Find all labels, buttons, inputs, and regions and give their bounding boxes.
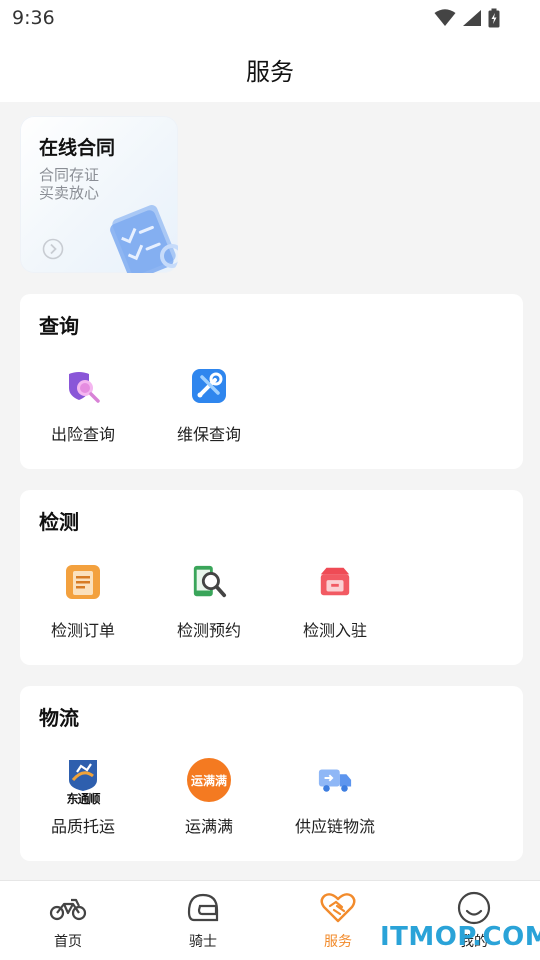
item-label: 品质托运 — [50, 817, 115, 836]
nav-label: 骑士 — [189, 934, 217, 950]
page-title: 服务 — [246, 57, 294, 86]
yunmanman-logo-icon: 运满满 — [187, 758, 231, 802]
contract-title: 在线合同 — [39, 137, 116, 159]
order-doc-icon — [65, 564, 101, 600]
item-label: 供应链物流 — [294, 817, 375, 836]
status-time: 9:36 — [12, 7, 55, 29]
title-bar: 服务 — [0, 36, 540, 102]
truck-icon — [317, 760, 353, 796]
brand-logo-text: 东通顺 — [66, 792, 100, 806]
nav-rider[interactable]: 骑士 — [163, 889, 243, 953]
item-yunmanman[interactable]: 运满满 运满满 — [146, 752, 272, 842]
section-title: 检测 — [39, 510, 79, 534]
item-label: 检测预约 — [176, 621, 241, 640]
section-query: 查询 出险查询 维保查询 — [20, 294, 523, 469]
heart-handshake-icon — [318, 891, 358, 925]
wifi-icon — [434, 9, 456, 26]
item-inspection-join[interactable]: 检测入驻 — [272, 556, 398, 646]
nav-service[interactable]: 服务 — [298, 889, 378, 953]
section-title: 物流 — [39, 706, 79, 730]
nav-label: 服务 — [324, 934, 352, 950]
brand-logo-icon: 东通顺 — [60, 756, 106, 808]
section-inspection: 检测 检测订单 检测预约 检测入驻 — [20, 490, 523, 665]
nav-label: 首页 — [54, 934, 82, 950]
motorcycle-icon — [48, 891, 88, 925]
status-bar: 9:36 — [0, 0, 540, 36]
signal-icon — [463, 10, 481, 26]
item-claim-query[interactable]: 出险查询 — [20, 360, 146, 450]
store-icon — [317, 564, 353, 600]
item-label: 检测入驻 — [302, 621, 367, 640]
item-supply-chain-logistics[interactable]: 供应链物流 — [272, 752, 398, 842]
online-contract-card[interactable]: 在线合同 合同存证 买卖放心 — [20, 116, 178, 273]
wrench-icon — [191, 368, 227, 404]
item-label: 维保查询 — [176, 425, 241, 444]
phone-search-icon — [191, 564, 227, 600]
item-label: 检测订单 — [50, 621, 115, 640]
contract-subtitle-2: 买卖放心 — [39, 184, 100, 202]
item-label: 出险查询 — [50, 425, 115, 444]
contract-document-icon — [110, 205, 178, 273]
battery-icon — [488, 8, 500, 28]
smile-icon — [454, 891, 494, 925]
helmet-icon — [183, 891, 223, 925]
search-shield-icon — [65, 368, 101, 404]
item-inspection-appointment[interactable]: 检测预约 — [146, 556, 272, 646]
status-icons — [434, 8, 500, 28]
arrow-right-circle-icon[interactable] — [42, 238, 64, 260]
section-title: 查询 — [39, 314, 79, 338]
item-label: 运满满 — [184, 817, 233, 836]
nav-home[interactable]: 首页 — [28, 889, 108, 953]
section-logistics: 物流 东通顺 品质托运 运满满 运满满 供应链物流 — [20, 686, 523, 861]
item-quality-shipping[interactable]: 东通顺 品质托运 — [20, 752, 146, 842]
item-inspection-order[interactable]: 检测订单 — [20, 556, 146, 646]
item-maintenance-query[interactable]: 维保查询 — [146, 360, 272, 450]
watermark: ITMOP.COM — [380, 922, 540, 952]
yunmanman-logo-text: 运满满 — [190, 773, 227, 788]
